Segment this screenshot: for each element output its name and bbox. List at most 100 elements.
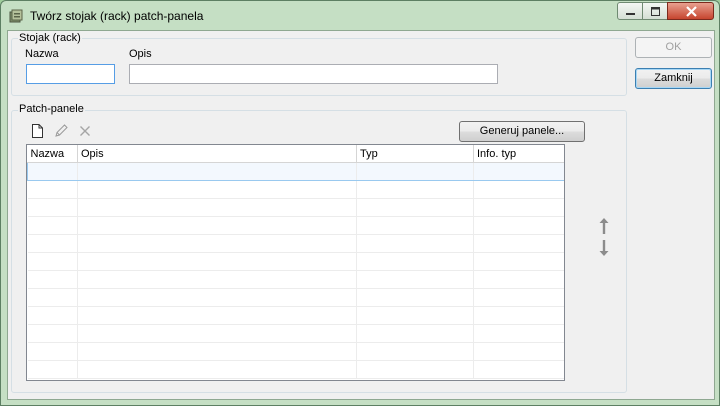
- table-cell[interactable]: [27, 234, 78, 253]
- table-cell[interactable]: [565, 199, 566, 217]
- table-cell[interactable]: [27, 216, 78, 235]
- table-cell[interactable]: [356, 342, 474, 361]
- table-row[interactable]: [27, 198, 566, 217]
- table-row[interactable]: [27, 324, 566, 343]
- table-cell[interactable]: [473, 306, 564, 325]
- table-header: Nazwa Opis Typ Info. typ: [27, 145, 566, 163]
- table-row[interactable]: [27, 234, 566, 253]
- table-cell[interactable]: [565, 343, 566, 361]
- new-icon[interactable]: [29, 123, 45, 139]
- table-cell[interactable]: [565, 163, 566, 181]
- table-cell[interactable]: [77, 234, 357, 253]
- table-cell[interactable]: [565, 235, 566, 253]
- table-cell[interactable]: [473, 324, 564, 343]
- move-up-icon[interactable]: [598, 217, 610, 235]
- table-cell[interactable]: [565, 325, 566, 343]
- table-cell[interactable]: [473, 180, 564, 199]
- table-cell[interactable]: [27, 180, 78, 199]
- table-cell[interactable]: [356, 324, 474, 343]
- ok-button[interactable]: OK: [635, 37, 712, 58]
- table-cell[interactable]: [473, 360, 564, 379]
- table-cell[interactable]: [77, 288, 357, 307]
- table-cell[interactable]: [27, 306, 78, 325]
- table-cell[interactable]: [356, 252, 474, 271]
- column-header[interactable]: Typ: [356, 145, 474, 163]
- table-row[interactable]: [27, 252, 566, 271]
- table-row[interactable]: [27, 342, 566, 361]
- table-cell[interactable]: [565, 307, 566, 325]
- table-cell[interactable]: [77, 198, 357, 217]
- table-row[interactable]: [27, 270, 566, 289]
- column-header[interactable]: Nazwa: [27, 145, 78, 163]
- table-cell[interactable]: [77, 270, 357, 289]
- table-cell[interactable]: [77, 360, 357, 379]
- table-row[interactable]: [27, 306, 566, 325]
- close-icon: [686, 6, 697, 17]
- table-cell[interactable]: [356, 198, 474, 217]
- table-cell[interactable]: [27, 198, 78, 217]
- table-cell[interactable]: [356, 216, 474, 235]
- column-header[interactable]: Info. typ: [473, 145, 564, 163]
- column-header[interactable]: Opis: [77, 145, 357, 163]
- table-cell[interactable]: [565, 253, 566, 271]
- table-cell[interactable]: [77, 342, 357, 361]
- table-cell[interactable]: [77, 180, 357, 199]
- table-cell[interactable]: [473, 288, 564, 307]
- table-row[interactable]: [27, 180, 566, 199]
- table-cell[interactable]: [77, 216, 357, 235]
- table-cell[interactable]: [565, 181, 566, 199]
- table-cell[interactable]: [356, 360, 474, 379]
- table-cell[interactable]: [27, 324, 78, 343]
- title-bar[interactable]: Twórz stojak (rack) patch-panela: [1, 1, 719, 29]
- delete-icon[interactable]: [77, 123, 93, 139]
- name-input[interactable]: [26, 64, 115, 84]
- close-window-button[interactable]: [667, 2, 714, 20]
- table-cell[interactable]: [565, 289, 566, 307]
- table-cell[interactable]: [565, 361, 566, 379]
- table-cell[interactable]: [77, 306, 357, 325]
- table-cell[interactable]: [473, 162, 564, 181]
- minimize-button[interactable]: [617, 2, 643, 20]
- table-cell[interactable]: [473, 198, 564, 217]
- table-cell[interactable]: [27, 162, 78, 181]
- table-cell[interactable]: [356, 306, 474, 325]
- edit-icon[interactable]: [53, 123, 69, 139]
- table-cell[interactable]: [27, 288, 78, 307]
- table-cell[interactable]: [27, 360, 78, 379]
- close-button[interactable]: Zamknij: [635, 68, 712, 89]
- table-cell[interactable]: [356, 288, 474, 307]
- app-icon: [9, 9, 23, 23]
- generate-panels-button[interactable]: Generuj panele...: [459, 121, 585, 142]
- table-row[interactable]: [27, 288, 566, 307]
- table-cell[interactable]: [356, 162, 474, 181]
- table-cell[interactable]: [473, 234, 564, 253]
- table-cell[interactable]: [77, 252, 357, 271]
- description-input[interactable]: [129, 64, 498, 84]
- table-cell[interactable]: [77, 324, 357, 343]
- table-cell[interactable]: [473, 216, 564, 235]
- table-row[interactable]: [27, 360, 566, 379]
- table-cell[interactable]: [356, 270, 474, 289]
- table-row[interactable]: [27, 216, 566, 235]
- table-cell[interactable]: [565, 271, 566, 289]
- patch-panel-table[interactable]: Nazwa Opis Typ Info. typ: [26, 144, 565, 381]
- table-cell[interactable]: [27, 342, 78, 361]
- minimize-icon: [626, 13, 635, 15]
- table-cell[interactable]: [473, 342, 564, 361]
- table-cell[interactable]: [27, 270, 78, 289]
- table-cell[interactable]: [77, 162, 357, 181]
- name-label: Nazwa: [25, 48, 59, 60]
- rack-group-legend: Stojak (rack): [18, 32, 82, 44]
- table-cell[interactable]: [473, 252, 564, 271]
- table-cell[interactable]: [356, 234, 474, 253]
- table-cell[interactable]: [356, 180, 474, 199]
- dialog-client-area: Stojak (rack) Nazwa Opis Patch-panele Ge…: [7, 30, 715, 400]
- table-cell[interactable]: [27, 252, 78, 271]
- maximize-icon: [651, 7, 660, 16]
- column-header-filler: [565, 145, 566, 163]
- table-cell[interactable]: [473, 270, 564, 289]
- table-cell[interactable]: [565, 217, 566, 235]
- maximize-button[interactable]: [642, 2, 668, 20]
- move-down-icon[interactable]: [598, 239, 610, 257]
- table-row[interactable]: [27, 162, 566, 181]
